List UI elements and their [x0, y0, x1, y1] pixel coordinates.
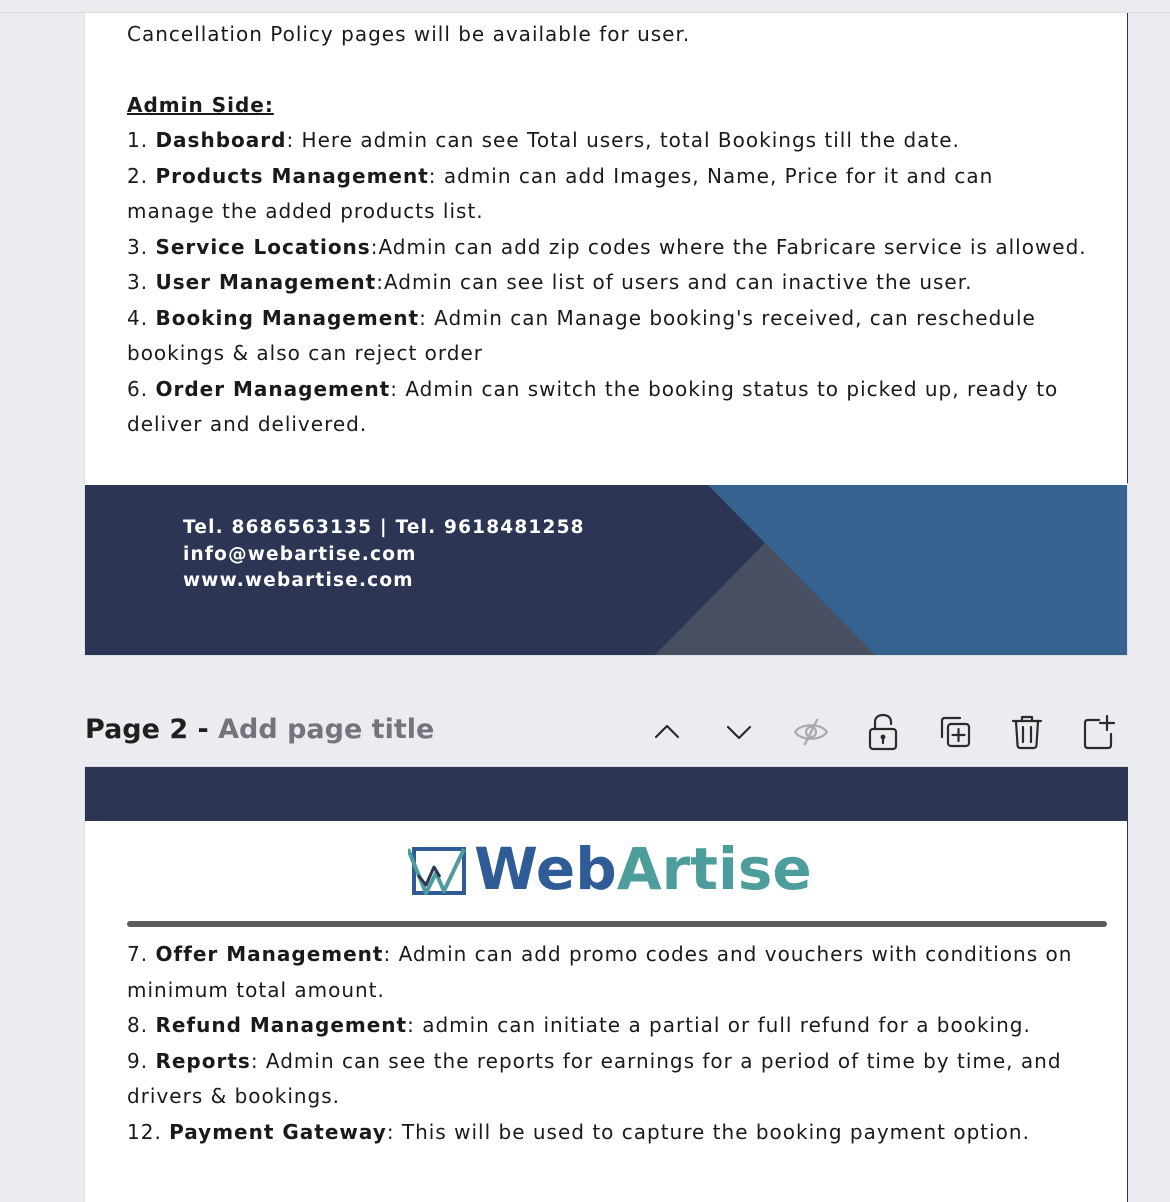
item-number: 7. — [127, 942, 156, 966]
item-number: 9. — [127, 1048, 156, 1073]
item-number: 8. — [127, 1013, 156, 1037]
trash-icon — [1011, 715, 1043, 750]
contact-info: Tel. 8686563135 | Tel. 9618481258 info@w… — [183, 515, 585, 595]
feature-item: 1. Dashboard: Here admin can see Total u… — [127, 123, 1087, 159]
page-1-canvas[interactable]: Cancellation Policy pages will be availa… — [85, 13, 1128, 655]
logo-word-web: Web — [474, 835, 617, 903]
admin-feature-list: 1. Dashboard: Here admin can see Total u… — [127, 123, 1087, 443]
page-2-header-bar: Page 2 - Add page title — [85, 712, 1127, 752]
page-2-text[interactable]: 7. Offer Management: Admin can add promo… — [127, 937, 1087, 1150]
item-description: : Here admin can see Total users, total … — [286, 128, 960, 152]
page-2-header-band — [85, 767, 1127, 821]
item-description: : Admin can see the reports for earnings… — [127, 1048, 1062, 1109]
logo-mark-icon — [408, 847, 466, 895]
page-edge — [1127, 13, 1128, 483]
chevron-up-icon — [654, 724, 680, 739]
item-title: User Management — [155, 270, 377, 294]
item-title: Service Locations — [155, 234, 371, 259]
logo-word-artise: Artise — [616, 835, 812, 903]
duplicate-page-button[interactable] — [935, 712, 975, 752]
feature-item: 12. Payment Gateway: This will be used t… — [127, 1115, 1087, 1151]
page-title[interactable]: Page 2 - Add page title — [85, 714, 434, 745]
logo-divider — [127, 921, 1107, 927]
move-page-down-button[interactable] — [719, 712, 759, 752]
feature-item: 6. Order Management: Admin can switch th… — [127, 372, 1087, 443]
feature-item: 9. Reports: Admin can see the reports fo… — [127, 1044, 1087, 1115]
page-title-input[interactable]: Add page title — [218, 714, 434, 745]
website-url: www.webartise.com — [183, 570, 414, 591]
item-title: Order Management — [155, 376, 391, 401]
item-number: 1. — [127, 128, 156, 152]
email-address: info@webartise.com — [183, 543, 417, 565]
item-title: Payment Gateway — [169, 1119, 387, 1144]
chevron-down-icon — [726, 725, 752, 740]
add-page-button[interactable] — [1079, 712, 1119, 752]
item-title: Dashboard — [155, 128, 287, 152]
item-title: Offer Management — [155, 942, 384, 966]
hide-page-button[interactable] — [791, 712, 831, 752]
page-edge — [1127, 767, 1128, 1202]
feature-item: 3. User Management:Admin can see list of… — [127, 265, 1087, 301]
contact-footer: Tel. 8686563135 | Tel. 9618481258 info@w… — [85, 485, 1127, 655]
item-number: 3. — [127, 270, 156, 294]
phone-numbers: Tel. 8686563135 | Tel. 9618481258 — [183, 517, 585, 538]
lock-page-button[interactable] — [863, 712, 903, 752]
item-description: :Admin can add zip codes where the Fabri… — [370, 234, 1087, 259]
item-number: 3. — [127, 234, 156, 259]
feature-item: 3. Service Locations:Admin can add zip c… — [127, 230, 1087, 266]
page-1-text[interactable]: Cancellation Policy pages will be availa… — [127, 17, 1087, 443]
feature-item: 2. Products Management: admin can add Im… — [127, 159, 1087, 230]
item-number: 12. — [127, 1119, 170, 1144]
intro-line: Cancellation Policy pages will be availa… — [127, 22, 691, 46]
item-description: : This will be used to capture the booki… — [386, 1119, 1030, 1144]
page-2-canvas[interactable]: WebArtise 7. Offer Management: Admin can… — [85, 767, 1128, 1202]
item-description: :Admin can see list of users and can ina… — [376, 270, 973, 294]
item-number: 4. — [127, 305, 156, 330]
feature-item: 4. Booking Management: Admin can Manage … — [127, 301, 1087, 372]
item-number: 2. — [127, 163, 156, 188]
item-title: Products Management — [155, 163, 429, 188]
feature-item: 8. Refund Management: admin can initiate… — [127, 1008, 1087, 1044]
item-description: : admin can initiate a partial or full r… — [407, 1013, 1031, 1037]
page-number-label: Page 2 - — [85, 714, 219, 745]
webartise-logo: WebArtise — [408, 835, 812, 903]
feature-item: 7. Offer Management: Admin can add promo… — [127, 937, 1087, 1008]
item-title: Reports — [155, 1048, 251, 1073]
item-number: 6. — [127, 376, 156, 401]
eye-hidden-icon — [793, 718, 829, 746]
delete-page-button[interactable] — [1007, 712, 1047, 752]
admin-side-heading: Admin Side: — [127, 92, 274, 117]
logo-wordmark: WebArtise — [474, 835, 812, 903]
add-page-icon — [1083, 714, 1116, 750]
lock-open-icon — [868, 713, 898, 751]
duplicate-icon — [940, 716, 971, 748]
admin-feature-list-continued: 7. Offer Management: Admin can add promo… — [127, 937, 1087, 1150]
item-title: Refund Management — [155, 1013, 408, 1037]
move-page-up-button[interactable] — [647, 712, 687, 752]
item-title: Booking Management — [155, 305, 420, 330]
